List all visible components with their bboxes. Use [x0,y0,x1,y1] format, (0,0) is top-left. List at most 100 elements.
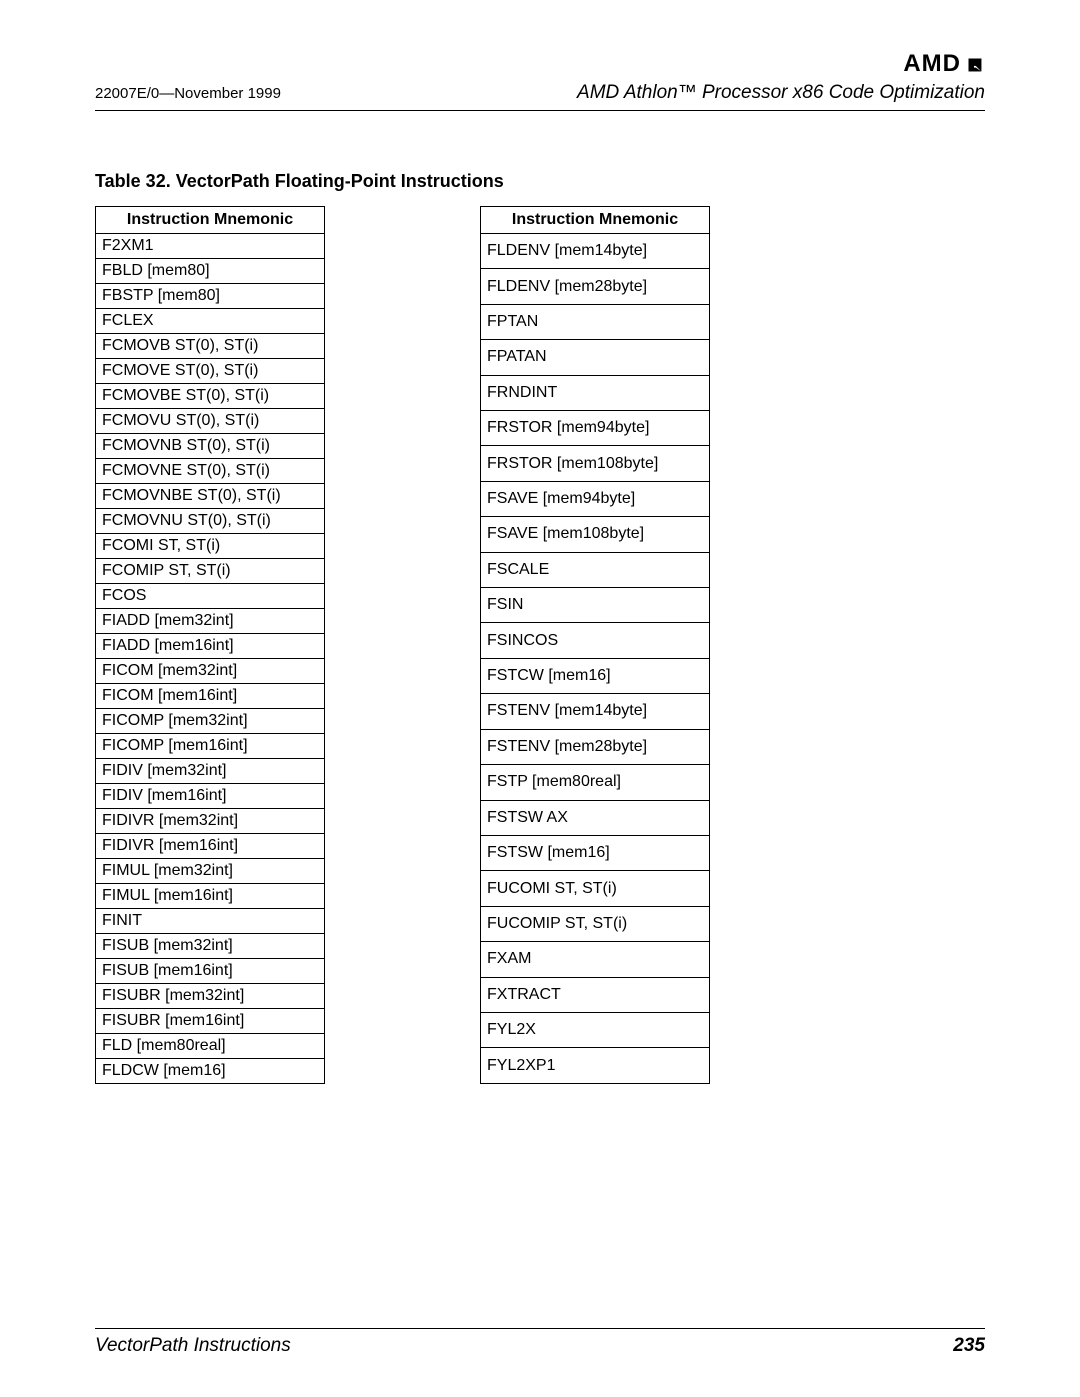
table-row: FRNDINT [481,375,710,410]
table-row: FCMOVNE ST(0), ST(i) [96,459,325,484]
instruction-cell: FYL2X [481,1012,710,1047]
instruction-cell: FIADD [mem16int] [96,634,325,659]
instruction-cell: FISUBR [mem32int] [96,984,325,1009]
instruction-cell: FICOMP [mem32int] [96,709,325,734]
table-row: FIDIV [mem16int] [96,784,325,809]
instruction-cell: FICOM [mem16int] [96,684,325,709]
table-row: FICOM [mem16int] [96,684,325,709]
instruction-cell: FCLEX [96,309,325,334]
instruction-cell: FCOMI ST, ST(i) [96,534,325,559]
table-row: FSTCW [mem16] [481,658,710,693]
instruction-cell: FYL2XP1 [481,1048,710,1084]
table-row: FIDIV [mem32int] [96,759,325,784]
amd-logo: AMD [903,50,985,78]
instruction-cell: FLDENV [mem28byte] [481,269,710,304]
table-row: FLD [mem80real] [96,1034,325,1059]
instruction-table-left: Instruction Mnemonic F2XM1FBLD [mem80]FB… [95,206,325,1084]
table-row: FSTSW [mem16] [481,835,710,870]
header-rule [95,110,985,111]
instruction-cell: FSTSW [mem16] [481,835,710,870]
table-row: FCLEX [96,309,325,334]
instruction-cell: FCMOVNU ST(0), ST(i) [96,509,325,534]
instruction-cell: FLDENV [mem14byte] [481,234,710,269]
instruction-cell: FIDIVR [mem32int] [96,809,325,834]
table-row: FCMOVNBE ST(0), ST(i) [96,484,325,509]
table-row: FICOMP [mem32int] [96,709,325,734]
instruction-cell: FSINCOS [481,623,710,658]
column-header: Instruction Mnemonic [96,207,325,234]
instruction-cell: FSTCW [mem16] [481,658,710,693]
instruction-cell: FIMUL [mem16int] [96,884,325,909]
table-row: FISUB [mem32int] [96,934,325,959]
table-row: FISUBR [mem16int] [96,1009,325,1034]
instruction-cell: FRSTOR [mem94byte] [481,411,710,446]
table-row: FIMUL [mem16int] [96,884,325,909]
table-row: FCMOVBE ST(0), ST(i) [96,384,325,409]
page-number: 235 [953,1335,985,1357]
footer-rule [95,1328,985,1329]
table-row: FSCALE [481,552,710,587]
instruction-cell: FBSTP [mem80] [96,284,325,309]
instruction-cell: FPTAN [481,304,710,339]
instruction-cell: FCMOVU ST(0), ST(i) [96,409,325,434]
instruction-cell: FICOMP [mem16int] [96,734,325,759]
instruction-cell: FRNDINT [481,375,710,410]
instruction-cell: FISUBR [mem16int] [96,1009,325,1034]
table-row: FISUBR [mem32int] [96,984,325,1009]
table-row: FUCOMI ST, ST(i) [481,871,710,906]
instruction-cell: FLD [mem80real] [96,1034,325,1059]
table-row: FPTAN [481,304,710,339]
table-row: FYL2XP1 [481,1048,710,1084]
instruction-cell: FICOM [mem32int] [96,659,325,684]
table-row: FUCOMIP ST, ST(i) [481,906,710,941]
instruction-cell: FCMOVNE ST(0), ST(i) [96,459,325,484]
table-row: FCMOVNB ST(0), ST(i) [96,434,325,459]
instruction-cell: FSTP [mem80real] [481,765,710,800]
instruction-cell: FRSTOR [mem108byte] [481,446,710,481]
instruction-cell: FIDIV [mem32int] [96,759,325,784]
instruction-cell: FUCOMI ST, ST(i) [481,871,710,906]
table-row: FYL2X [481,1012,710,1047]
instruction-cell: FSTSW AX [481,800,710,835]
header: 22007E/0—November 1999 AMD Athlon™ Proce… [95,82,985,104]
table-row: FICOMP [mem16int] [96,734,325,759]
instruction-cell: FIDIVR [mem16int] [96,834,325,859]
instruction-cell: FXTRACT [481,977,710,1012]
table-row: FIDIVR [mem32int] [96,809,325,834]
instruction-cell: FCOS [96,584,325,609]
table-row: FBLD [mem80] [96,259,325,284]
instruction-cell: FSAVE [mem108byte] [481,517,710,552]
table-caption: Table 32. VectorPath Floating-Point Inst… [95,171,985,192]
table-row: FCOMI ST, ST(i) [96,534,325,559]
instruction-cell: FSTENV [mem28byte] [481,729,710,764]
table-row: FSAVE [mem94byte] [481,481,710,516]
instruction-cell: FSTENV [mem14byte] [481,694,710,729]
instruction-cell: FCMOVNB ST(0), ST(i) [96,434,325,459]
table-row: FIMUL [mem32int] [96,859,325,884]
instruction-table-right: Instruction Mnemonic FLDENV [mem14byte]F… [480,206,710,1084]
amd-logo-text: AMD [903,50,961,78]
instruction-cell: FCMOVB ST(0), ST(i) [96,334,325,359]
table-row: FCOS [96,584,325,609]
instruction-cell: FSIN [481,588,710,623]
table-row: FIADD [mem16int] [96,634,325,659]
instruction-cell: F2XM1 [96,234,325,259]
table-row: FIADD [mem32int] [96,609,325,634]
instruction-cell: FSAVE [mem94byte] [481,481,710,516]
table-row: FSIN [481,588,710,623]
table-row: FBSTP [mem80] [96,284,325,309]
table-row: FLDCW [mem16] [96,1059,325,1084]
instruction-cell: FBLD [mem80] [96,259,325,284]
instruction-cell: FPATAN [481,340,710,375]
table-row: FSTENV [mem28byte] [481,729,710,764]
doc-code: 22007E/0—November 1999 [95,85,281,102]
table-row: F2XM1 [96,234,325,259]
table-row: FSAVE [mem108byte] [481,517,710,552]
table-row: FSINCOS [481,623,710,658]
table-row: FPATAN [481,340,710,375]
instruction-cell: FINIT [96,909,325,934]
table-row: FSTP [mem80real] [481,765,710,800]
table-row: FRSTOR [mem108byte] [481,446,710,481]
table-row: FLDENV [mem28byte] [481,269,710,304]
table-row: FISUB [mem16int] [96,959,325,984]
